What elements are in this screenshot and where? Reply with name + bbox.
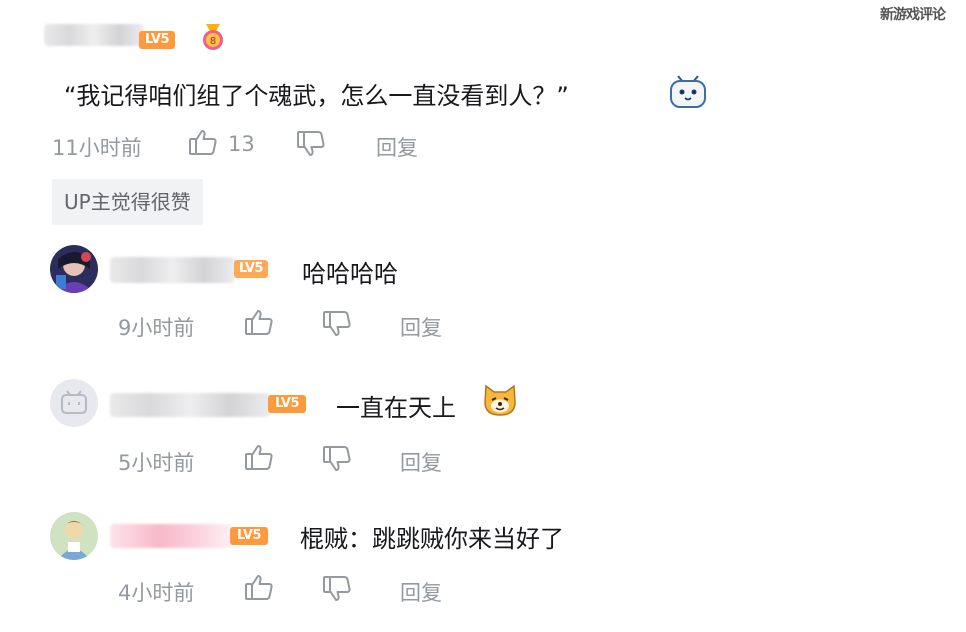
avatar[interactable] xyxy=(50,512,98,560)
thumb-down-icon[interactable] xyxy=(296,130,326,158)
comment-text: “我记得咱们组了个魂武，怎么一直没看到人？” xyxy=(64,82,569,110)
reply-time: 5小时前 xyxy=(118,451,195,475)
thumb-up-icon[interactable] xyxy=(188,128,218,156)
up-liked-badge: UP主觉得很赞 xyxy=(52,179,203,225)
username-blurred[interactable] xyxy=(44,24,144,46)
level-badge: LV5 xyxy=(268,395,306,413)
reply-time: 4小时前 xyxy=(118,581,195,605)
thumb-up-icon[interactable] xyxy=(244,308,274,336)
watermark: 新游戏评论 xyxy=(880,7,946,23)
reply-text: 一直在天上 xyxy=(336,394,456,422)
avatar[interactable] xyxy=(50,245,98,293)
reply-button[interactable]: 回复 xyxy=(376,132,418,162)
level-badge: LV5 xyxy=(234,260,268,278)
username-blurred[interactable] xyxy=(110,257,235,283)
reply-time: 9小时前 xyxy=(118,316,195,340)
tv-face-emoji-icon xyxy=(668,70,708,110)
level-badge: LV5 xyxy=(139,31,175,49)
reply-text: 棍贼：跳跳贼你来当好了 xyxy=(300,525,564,553)
thumb-up-icon[interactable] xyxy=(244,443,274,471)
thumb-down-icon[interactable] xyxy=(322,310,352,338)
medal-icon: 8 xyxy=(200,22,226,52)
comment-time: 11小时前 xyxy=(52,136,142,160)
thumb-down-icon[interactable] xyxy=(322,445,352,473)
reply-text: 哈哈哈哈 xyxy=(302,260,398,288)
thumb-up-icon[interactable] xyxy=(244,573,274,601)
dog-face-emoji-icon xyxy=(481,380,519,418)
thumb-down-icon[interactable] xyxy=(322,575,352,603)
like-count: 13 xyxy=(228,132,255,156)
reply-button[interactable]: 回复 xyxy=(400,312,442,342)
reply-button[interactable]: 回复 xyxy=(400,577,442,607)
username-blurred[interactable] xyxy=(110,393,270,417)
avatar[interactable] xyxy=(50,379,98,427)
username-blurred[interactable] xyxy=(110,524,232,548)
level-badge: LV5 xyxy=(230,527,268,545)
reply-button[interactable]: 回复 xyxy=(400,447,442,477)
svg-text:8: 8 xyxy=(210,36,216,47)
